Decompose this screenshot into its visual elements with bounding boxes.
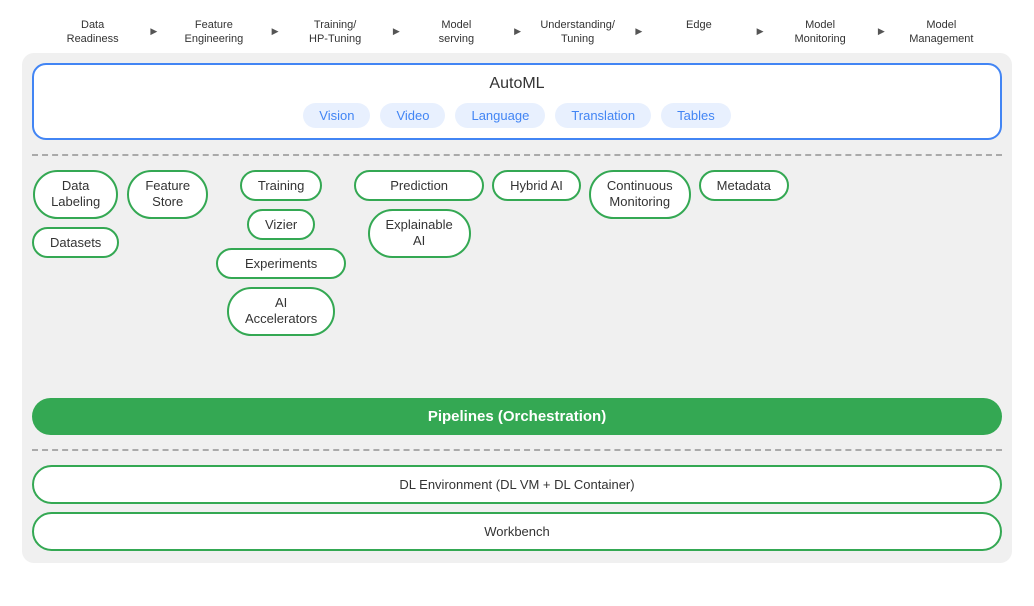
main-area: AutoML Vision Video Language Translation… xyxy=(22,53,1012,563)
col-data-labeling: DataLabeling Datasets xyxy=(32,170,119,259)
pill-vizier: Vizier xyxy=(247,209,315,240)
pill-dl-environment: DL Environment (DL VM + DL Container) xyxy=(32,465,1002,504)
pill-feature-store: FeatureStore xyxy=(127,170,208,220)
label-feature-engineering: FeatureEngineering xyxy=(153,18,274,47)
automl-box: AutoML Vision Video Language Translation… xyxy=(32,63,1002,140)
chip-video: Video xyxy=(380,103,445,128)
pill-explainable-ai: ExplainableAI xyxy=(368,209,471,259)
label-model-monitoring: ModelMonitoring xyxy=(760,18,881,47)
label-model-management: ModelManagement xyxy=(881,18,1002,47)
pill-prediction: Prediction xyxy=(354,170,484,201)
col-continuous-monitoring: ContinuousMonitoring xyxy=(589,170,691,220)
col-prediction: Prediction ExplainableAI xyxy=(354,170,484,259)
label-training-hp: Training/HP-Tuning xyxy=(275,18,396,47)
label-model-serving: Modelserving xyxy=(396,18,517,47)
chip-vision: Vision xyxy=(303,103,370,128)
pipelines-bar: Pipelines (Orchestration) xyxy=(32,398,1002,435)
components-area: DataLabeling Datasets FeatureStore Train… xyxy=(32,170,1002,390)
pill-metadata: Metadata xyxy=(699,170,789,201)
chip-language: Language xyxy=(455,103,545,128)
chip-tables: Tables xyxy=(661,103,731,128)
bottom-section: DL Environment (DL VM + DL Container) Wo… xyxy=(32,465,1002,551)
pill-hybrid-ai: Hybrid AI xyxy=(492,170,581,201)
col-metadata: Metadata xyxy=(699,170,789,201)
components-row1: DataLabeling Datasets FeatureStore Train… xyxy=(32,170,1002,337)
automl-chips: Vision Video Language Translation Tables xyxy=(50,103,984,128)
pill-data-labeling: DataLabeling xyxy=(33,170,118,220)
col-feature-store: FeatureStore xyxy=(127,170,208,220)
pill-continuous-monitoring: ContinuousMonitoring xyxy=(589,170,691,220)
dashed-separator-top xyxy=(32,154,1002,156)
automl-title: AutoML xyxy=(50,75,984,93)
pill-training: Training xyxy=(240,170,322,201)
col-training: Training Vizier Experiments AIAccelerato… xyxy=(216,170,346,337)
chip-translation: Translation xyxy=(555,103,651,128)
pipeline-labels: DataReadiness FeatureEngineering Trainin… xyxy=(22,18,1012,47)
pill-experiments: Experiments xyxy=(216,248,346,279)
col-hybrid-ai: Hybrid AI xyxy=(492,170,581,201)
pill-datasets: Datasets xyxy=(32,227,119,258)
pill-ai-accelerators: AIAccelerators xyxy=(227,287,335,337)
diagram-container: DataReadiness FeatureEngineering Trainin… xyxy=(22,18,1012,588)
label-edge: Edge xyxy=(638,18,759,47)
label-understanding: Understanding/Tuning xyxy=(517,18,638,47)
dashed-separator-bottom xyxy=(32,449,1002,451)
pill-workbench: Workbench xyxy=(32,512,1002,551)
label-data-readiness: DataReadiness xyxy=(32,18,153,47)
